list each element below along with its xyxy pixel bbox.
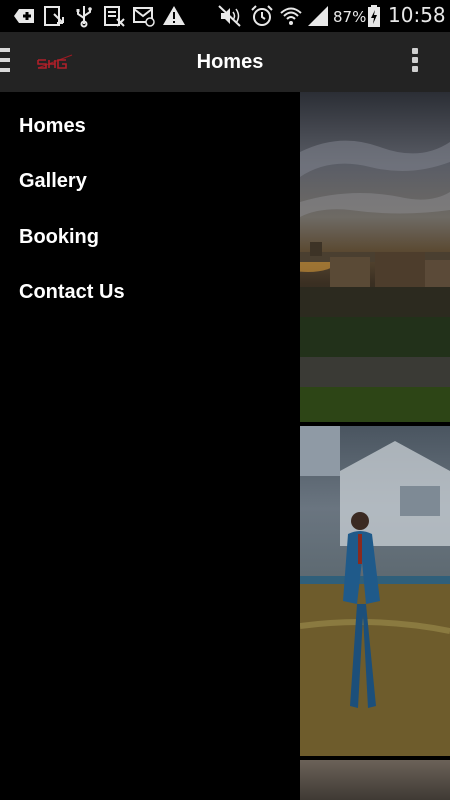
city-skyline-photo[interactable]	[300, 92, 450, 422]
page-title: Homes	[196, 51, 264, 73]
drawer-item-contact-us[interactable]: Contact Us	[19, 272, 125, 312]
drawer-item-gallery[interactable]: Gallery	[19, 161, 87, 201]
app-screen: 87% 10:58 Homes Homes Gallery Booking Co…	[0, 0, 450, 800]
wifi-icon	[280, 7, 302, 25]
email-icon	[133, 7, 155, 27]
drawer-item-homes[interactable]: Homes	[19, 106, 86, 146]
man-in-blue-suit-photo[interactable]	[300, 426, 450, 756]
overflow-menu-icon[interactable]	[409, 48, 421, 78]
add-notification-icon	[14, 9, 34, 23]
drawer-item-booking[interactable]: Booking	[19, 217, 99, 257]
third-photo[interactable]	[300, 760, 450, 800]
main-content	[300, 92, 450, 800]
clock: 10:58	[388, 3, 446, 27]
alarm-icon	[251, 5, 273, 26]
battery-charging-icon	[368, 5, 380, 27]
usb-icon	[76, 6, 92, 28]
navigation-drawer: Homes Gallery Booking Contact Us	[0, 92, 300, 800]
city-skyline-illustration	[300, 140, 450, 422]
warning-icon	[163, 6, 185, 25]
mute-icon	[218, 5, 241, 27]
signal-icon	[308, 6, 328, 26]
download-icon	[44, 6, 64, 26]
app-bar: Homes	[0, 32, 450, 93]
status-bar: 87% 10:58	[0, 0, 450, 32]
file-icon	[104, 6, 125, 27]
man-in-suit-illustration	[300, 426, 450, 756]
